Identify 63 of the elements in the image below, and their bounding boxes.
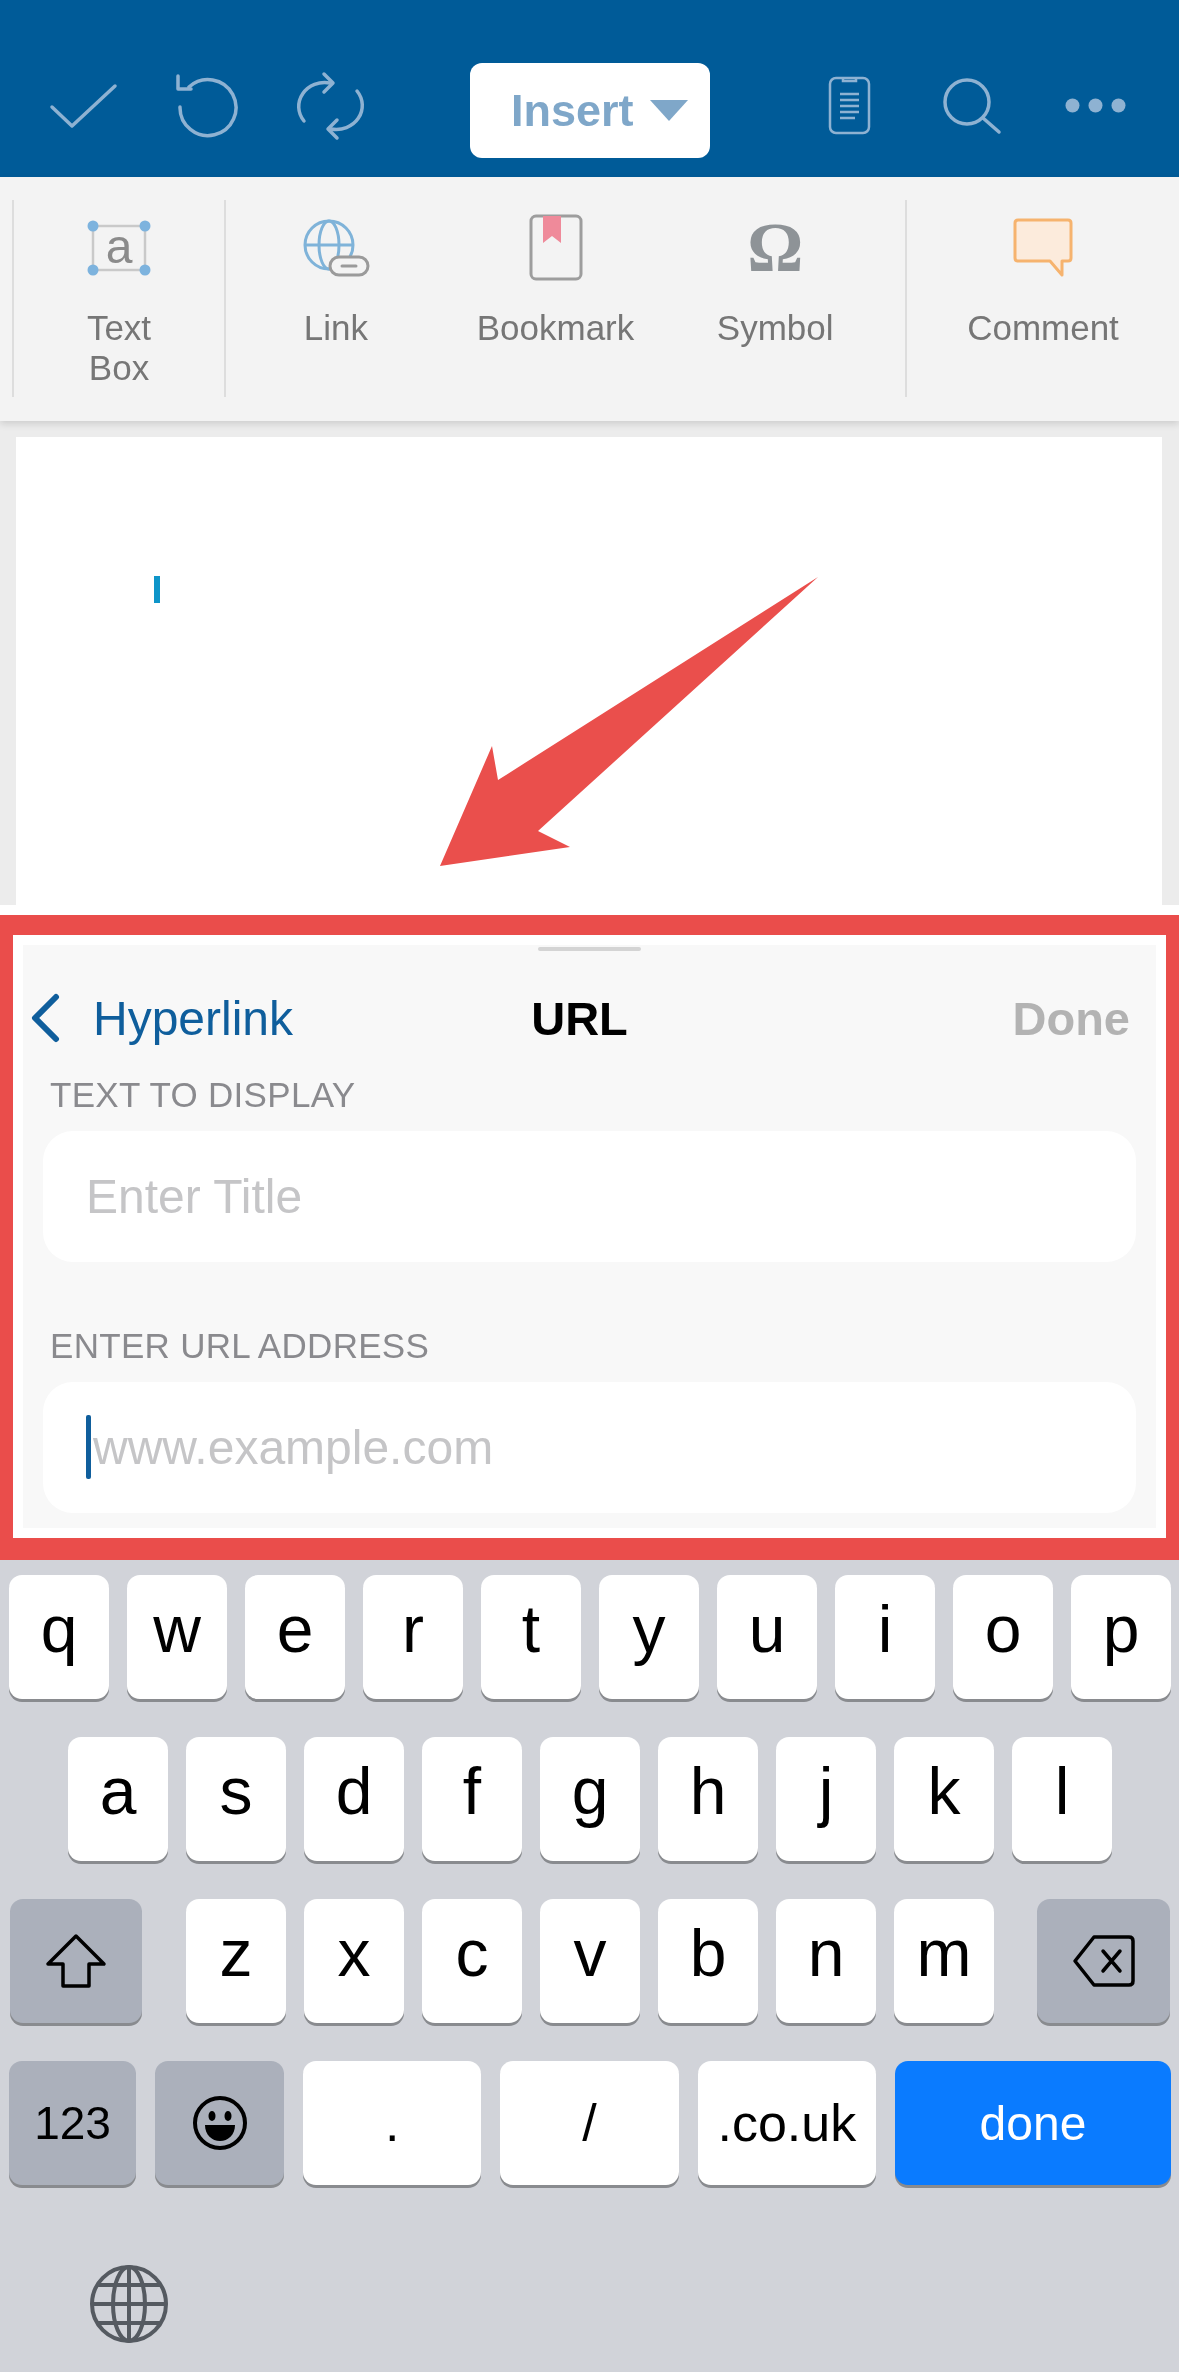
more-icon[interactable] [1065, 98, 1126, 113]
ribbon-button[interactable]: Link [226, 200, 446, 397]
shift-key[interactable] [10, 1899, 142, 2023]
search-icon[interactable] [941, 76, 1002, 135]
bookmark-icon [528, 214, 583, 281]
keyboard-key[interactable]: g [540, 1737, 640, 1861]
keyboard-key[interactable]: u [717, 1575, 817, 1699]
input-field[interactable]: www.example.com [43, 1382, 1136, 1513]
caret-icon [649, 100, 688, 121]
keyboard-key[interactable]: c [422, 1899, 522, 2023]
return-key[interactable]: done [895, 2061, 1171, 2185]
keyboard-key[interactable]: k [894, 1737, 994, 1861]
drag-handle[interactable] [538, 947, 641, 951]
keyboard-key[interactable]: j [776, 1737, 876, 1861]
shift-icon [45, 1933, 107, 1989]
chevron-left-icon [29, 993, 61, 1043]
keyboard-key[interactable]: s [186, 1737, 286, 1861]
keyboard-key[interactable]: v [540, 1899, 640, 2023]
input-field[interactable]: Enter Title [43, 1131, 1136, 1262]
keyboard-key[interactable]: n [776, 1899, 876, 2023]
field-label: TEXT TO DISPLAY [49, 1075, 357, 1115]
field-label: ENTER URL ADDRESS [49, 1326, 431, 1366]
numbers-key[interactable]: 123 [9, 2061, 136, 2185]
keyboard-key[interactable]: e [245, 1575, 345, 1699]
keyboard-key[interactable]: f [422, 1737, 522, 1861]
text-cursor [154, 576, 160, 603]
comment-icon [1013, 217, 1073, 278]
keyboard-key[interactable]: q [9, 1575, 109, 1699]
keyboard-key[interactable]: b [658, 1899, 758, 2023]
keyboard-key[interactable]: a [68, 1737, 168, 1861]
keyboard-key[interactable]: r [363, 1575, 463, 1699]
keyboard-key[interactable]: h [658, 1737, 758, 1861]
check-icon[interactable] [49, 82, 118, 129]
keyboard-key[interactable]: x [304, 1899, 404, 2023]
ribbon-button[interactable]: Ω Symbol [665, 200, 885, 397]
globe-icon[interactable] [89, 2264, 169, 2344]
keyboard-key[interactable]: z [186, 1899, 286, 2023]
undo-icon[interactable] [174, 72, 240, 139]
delete-key[interactable] [1037, 1899, 1170, 2023]
keyboard-key[interactable]: t [481, 1575, 581, 1699]
keyboard-key[interactable]: / [500, 2061, 679, 2185]
backspace-icon [1071, 1933, 1136, 1989]
omega-icon: Ω [747, 216, 804, 279]
link-icon [301, 217, 370, 278]
keyboard-key[interactable]: .co.uk [697, 2061, 876, 2185]
keyboard-key[interactable]: m [894, 1899, 994, 2023]
back-button[interactable]: Hyperlink [29, 990, 294, 1046]
keyboard-key[interactable]: o [953, 1575, 1053, 1699]
panel-title: URL [531, 990, 628, 1046]
ribbon-button[interactable]: Bookmark [445, 200, 666, 397]
smiley-icon [191, 2095, 248, 2151]
sync-icon[interactable] [294, 70, 367, 141]
phone-icon[interactable] [828, 76, 871, 135]
ribbon-button[interactable]: a Text Box [14, 200, 224, 397]
ribbon-button[interactable]: Comment [907, 200, 1179, 397]
keyboard-key[interactable]: i [835, 1575, 935, 1699]
keyboard-key[interactable]: l [1012, 1737, 1112, 1861]
keyboard-key[interactable]: . [303, 2061, 482, 2185]
keyboard-key[interactable]: p [1071, 1575, 1171, 1699]
keyboard-key[interactable]: y [599, 1575, 699, 1699]
keyboard-key[interactable]: w [127, 1575, 227, 1699]
keyboard-key[interactable]: d [304, 1737, 404, 1861]
emoji-key[interactable] [155, 2061, 284, 2185]
